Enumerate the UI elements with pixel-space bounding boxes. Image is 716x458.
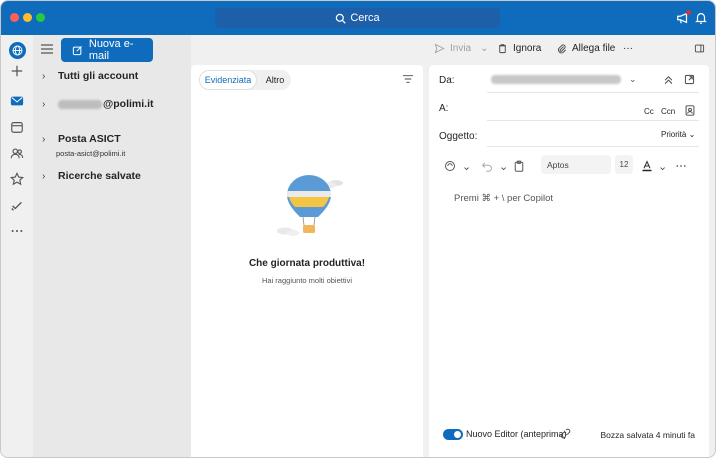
trash-icon [499, 44, 506, 54]
send-label: Invia [450, 43, 472, 54]
message-list: Evidenziata Altro Che giornata produttiv… [191, 65, 423, 457]
copilot-icon[interactable] [444, 160, 456, 172]
compose-toolbar: Invia ⌄ Ignora Allega file ··· [429, 39, 709, 61]
title-bar: Cerca [1, 1, 715, 35]
chevron-right-icon: › [42, 70, 46, 82]
subject-label: Oggetto: [439, 131, 478, 142]
chevron-right-icon: › [42, 98, 46, 110]
bell-icon[interactable] [694, 11, 708, 25]
search-icon [336, 13, 347, 24]
new-mail-label: Nuova e-mail [88, 38, 134, 62]
tasks-check-icon[interactable] [9, 197, 25, 213]
folder-pane: Nuova e-mail › Tutti gli account › @poli… [33, 35, 191, 457]
more-options-button[interactable]: ··· [623, 43, 633, 54]
bcc-button[interactable]: Ccn [661, 107, 675, 116]
folder-saved-searches[interactable]: › Ricerche salvate [42, 170, 141, 182]
hamburger-menu-icon[interactable] [41, 44, 53, 54]
folder-label: Ricerche salvate [58, 170, 141, 182]
more-options-label: ··· [623, 43, 633, 54]
search-box[interactable]: Cerca [215, 8, 500, 28]
zoom-window-button[interactable] [36, 13, 45, 22]
calendar-icon[interactable] [9, 119, 25, 135]
undo-icon[interactable] [481, 160, 493, 172]
attach-file-button[interactable]: Allega file [556, 43, 615, 54]
chevron-right-icon: › [42, 133, 46, 145]
inbox-pivots: Evidenziata Altro [199, 70, 291, 90]
notification-dot [686, 10, 691, 15]
app-window: Cerca Nuova e-mail › Tutti gli account ›… [0, 0, 716, 458]
discard-button[interactable]: Ignora [497, 43, 541, 54]
app-rail [1, 35, 33, 457]
pop-out-compose-icon[interactable] [684, 74, 695, 85]
send-button[interactable]: Invia ⌄ [434, 43, 489, 54]
priority-button[interactable]: Priorità ⌄ [661, 130, 695, 139]
empty-state-title: Che giornata produttiva! [248, 258, 366, 269]
font-size-select[interactable]: 12 [615, 155, 633, 174]
more-apps-icon[interactable] [9, 223, 25, 239]
folder-label: Posta ASICT [58, 133, 121, 145]
folder-label: Tutti gli account [58, 70, 139, 82]
tab-focused[interactable]: Evidenziata [199, 70, 257, 90]
collapse-fields-icon[interactable] [663, 74, 674, 85]
folder-all-accounts[interactable]: › Tutti gli account [42, 70, 138, 82]
font-color-icon[interactable] [641, 160, 653, 172]
body-placeholder[interactable]: Premi ⌘ + \ per Copilot [454, 193, 553, 204]
chevron-down-icon[interactable]: ⌄ [499, 160, 508, 173]
chevron-down-icon[interactable]: ⌄ [658, 160, 667, 173]
close-window-button[interactable] [10, 13, 19, 22]
redacted-sender [491, 75, 621, 84]
chevron-down-icon[interactable]: ⌄ [462, 160, 471, 173]
globe-icon[interactable] [9, 42, 26, 59]
pop-out-icon[interactable] [694, 43, 705, 54]
people-icon[interactable] [9, 145, 25, 161]
from-selector[interactable]: ⌄ [491, 74, 637, 85]
clipboard-icon[interactable] [513, 160, 525, 172]
font-family-select[interactable]: Aptos [541, 155, 611, 174]
folder-label: @polimi.it [103, 98, 154, 110]
new-mail-button[interactable]: Nuova e-mail [61, 38, 153, 62]
priority-label: Priorità [661, 130, 687, 139]
divider [487, 92, 699, 93]
chevron-down-icon: ⌄ [480, 43, 489, 54]
new-editor-toggle[interactable] [443, 429, 463, 440]
address-book-icon[interactable] [685, 105, 695, 116]
tab-other[interactable]: Altro [259, 70, 291, 90]
send-icon [434, 43, 445, 54]
redacted-text [58, 99, 102, 109]
megaphone-icon[interactable] [676, 10, 691, 25]
draft-saved-status: Bozza salvata 4 minuti fa [600, 430, 696, 440]
star-icon[interactable] [9, 171, 25, 187]
hot-air-balloon-illustration [277, 175, 343, 236]
minimize-window-button[interactable] [23, 13, 32, 22]
link-icon[interactable] [560, 428, 571, 439]
cc-button[interactable]: Cc [644, 107, 654, 116]
add-account-icon[interactable] [9, 63, 25, 79]
more-formatting-icon[interactable] [675, 160, 687, 172]
divider [487, 120, 699, 121]
chevron-down-icon: ⌄ [688, 130, 696, 139]
new-editor-label: Nuovo Editor (anteprima) [466, 429, 567, 439]
discard-label: Ignora [513, 43, 542, 54]
chevron-right-icon: › [42, 170, 46, 182]
empty-state-subtitle: Hai raggiunto molti obiettivi [261, 276, 353, 285]
attach-label: Allega file [572, 43, 616, 54]
mail-icon[interactable] [9, 93, 25, 109]
folder-posta-asict[interactable]: › Posta ASICT [42, 133, 121, 145]
from-label: Da: [439, 75, 455, 86]
folder-sub-email: posta-asict@polimi.it [56, 149, 126, 158]
chevron-down-icon: ⌄ [629, 74, 637, 84]
compose-pane: Da: ⌄ A: Cc Ccn Oggetto: Priorità ⌄ ⌄ ⌄ … [429, 65, 709, 457]
paperclip-icon [558, 44, 566, 54]
compose-icon [72, 45, 82, 55]
filter-icon[interactable] [403, 74, 413, 84]
to-label: A: [439, 103, 449, 114]
search-label: Cerca [350, 12, 380, 24]
divider [487, 146, 699, 147]
folder-polimi-account[interactable]: › @polimi.it [42, 98, 154, 110]
